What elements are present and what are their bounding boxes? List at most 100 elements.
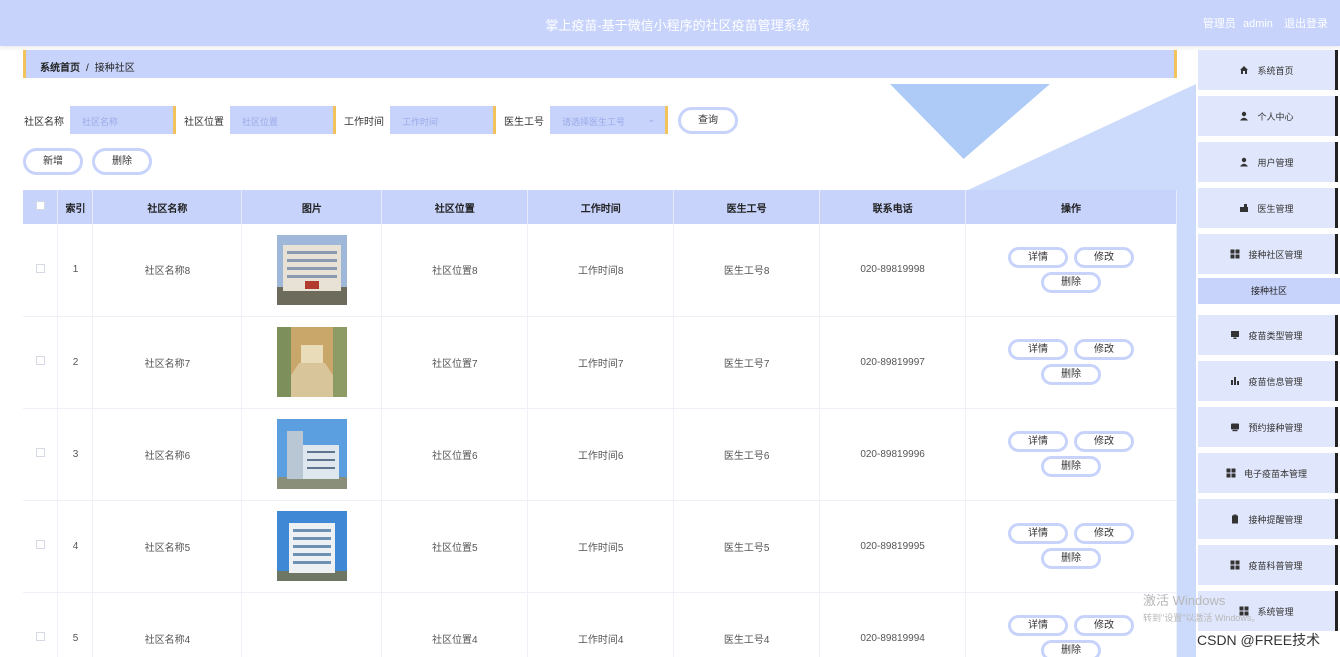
- search-bar: 社区名称 社区名称 社区位置 社区位置 工作时间 工作时间 医生工号 请选择医生…: [24, 106, 738, 134]
- row-name: 社区名称6: [92, 408, 243, 501]
- time-input[interactable]: 工作时间: [390, 106, 496, 134]
- grid-icon: [1230, 249, 1240, 259]
- sidebar-item-label: 疫苗科普管理: [1248, 560, 1303, 571]
- edit-button[interactable]: 修改: [1074, 246, 1135, 268]
- edit-button[interactable]: 修改: [1074, 615, 1135, 636]
- row-actions: 详情 修改 删除: [965, 224, 1177, 317]
- row-select-cell: [23, 592, 59, 657]
- time-label: 工作时间: [344, 116, 384, 128]
- row-image-cell: [241, 316, 383, 409]
- row-index: 3: [57, 408, 94, 501]
- row-checkbox[interactable]: [35, 448, 45, 457]
- row-location: 社区位置6: [381, 408, 529, 501]
- row-index: 5: [57, 592, 94, 657]
- user-icon: [1240, 111, 1249, 121]
- row-doctor: 医生工号5: [673, 500, 821, 593]
- row-doctor: 医生工号6: [673, 408, 821, 501]
- row-location: 社区位置8: [381, 224, 529, 317]
- sidebar-item-community[interactable]: 接种社区管理: [1198, 234, 1338, 274]
- sidebar-item-label: 接种提醒管理: [1248, 514, 1303, 525]
- row-image[interactable]: [276, 419, 347, 489]
- row-phone: 020-89819996: [819, 408, 967, 501]
- sidebar-item-label: 接种社区管理: [1248, 249, 1303, 260]
- row-delete-button[interactable]: 删除: [1041, 364, 1102, 385]
- sidebar-item-label: 系统管理: [1257, 606, 1294, 617]
- row-doctor: 医生工号4: [673, 592, 821, 657]
- main-content: 系统首页 / 接种社区 社区名称 社区名称 社区位置 社区位置 工作时间 工作时间 …: [0, 46, 1196, 657]
- row-image[interactable]: [276, 234, 347, 305]
- sidebar-item-label: 疫苗信息管理: [1248, 376, 1303, 387]
- edit-button[interactable]: 修改: [1074, 431, 1135, 452]
- delete-button[interactable]: 删除: [92, 148, 152, 175]
- row-name: 社区名称4: [92, 592, 243, 657]
- row-delete-button[interactable]: 删除: [1041, 456, 1102, 477]
- edit-button[interactable]: 修改: [1074, 339, 1135, 360]
- doctor-select[interactable]: 请选择医生工号 ⌄: [550, 106, 668, 134]
- detail-button[interactable]: 详情: [1008, 523, 1069, 544]
- row-select-cell: [23, 224, 59, 317]
- windows-activation-watermark: 激活 Windows 转到"设置"以激活 Windows。: [1143, 590, 1260, 624]
- grid-icon: [1226, 468, 1236, 478]
- sidebar-item-vaccine-science[interactable]: 疫苗科普管理: [1198, 545, 1338, 585]
- row-select-cell: [23, 408, 59, 501]
- sidebar-item-vaccine-info[interactable]: 疫苗信息管理: [1198, 361, 1338, 401]
- sidebar-item-doctors[interactable]: 医生管理: [1198, 188, 1338, 228]
- sidebar-subitem-community[interactable]: 接种社区: [1198, 278, 1340, 304]
- sidebar-item-reminder[interactable]: 接种提醒管理: [1198, 499, 1338, 539]
- row-index: 2: [57, 316, 94, 409]
- location-input[interactable]: 社区位置: [230, 106, 336, 134]
- table-row: 5 社区名称4 社区位置4 工作时间4 医生工号4 020-89819994 详…: [23, 592, 1177, 657]
- logout-link[interactable]: 退出登录: [1284, 18, 1328, 30]
- row-actions: 详情 修改 删除: [965, 316, 1177, 409]
- detail-button[interactable]: 详情: [1008, 339, 1069, 360]
- breadcrumb-separator: /: [86, 63, 89, 74]
- breadcrumb-home[interactable]: 系统首页: [40, 63, 80, 74]
- sidebar-item-label: 电子疫苗本管理: [1243, 468, 1307, 479]
- select-all-checkbox[interactable]: [35, 201, 45, 210]
- row-checkbox[interactable]: [35, 632, 45, 641]
- detail-button[interactable]: 详情: [1008, 246, 1069, 268]
- sidebar-item-home[interactable]: 系统首页: [1198, 50, 1338, 90]
- row-delete-button[interactable]: 删除: [1041, 548, 1102, 569]
- sidebar-item-label: 个人中心: [1257, 111, 1294, 122]
- grid-icon: [1230, 560, 1240, 570]
- user-area: 管理员 admin 退出登录: [1199, 15, 1328, 31]
- sidebar-item-e-vaccine-book[interactable]: 电子疫苗本管理: [1198, 453, 1338, 493]
- row-name: 社区名称7: [92, 316, 243, 409]
- row-location: 社区位置4: [381, 592, 529, 657]
- row-time: 工作时间6: [527, 408, 675, 501]
- chevron-down-icon: ⌄: [647, 114, 655, 124]
- sidebar-item-users[interactable]: 用户管理: [1198, 142, 1338, 182]
- query-button[interactable]: 查询: [678, 106, 738, 134]
- row-actions: 详情 修改 删除: [965, 500, 1177, 593]
- doctor-label: 医生工号: [504, 116, 544, 128]
- row-delete-button[interactable]: 删除: [1041, 271, 1102, 293]
- decorative-triangle: [890, 84, 1050, 159]
- row-checkbox[interactable]: [35, 540, 45, 549]
- sidebar-item-vaccine-type[interactable]: 疫苗类型管理: [1198, 315, 1338, 355]
- row-image-cell: [241, 500, 383, 593]
- sidebar-item-profile[interactable]: 个人中心: [1198, 96, 1338, 136]
- row-checkbox[interactable]: [35, 356, 45, 365]
- top-header: 掌上疫苗-基于微信小程序的社区疫苗管理系统 管理员 admin 退出登录: [0, 0, 1340, 46]
- row-phone: 020-89819997: [819, 316, 967, 409]
- col-name: 社区名称: [92, 190, 243, 224]
- edit-button[interactable]: 修改: [1074, 523, 1135, 544]
- add-button[interactable]: 新增: [23, 148, 83, 175]
- sidebar-menu: 系统首页 个人中心 用户管理 医生管理 接种社区管理 接种社区 疫苗类型管理 疫…: [1198, 46, 1340, 657]
- sidebar-item-label: 医生管理: [1257, 203, 1294, 214]
- detail-button[interactable]: 详情: [1008, 431, 1069, 452]
- row-checkbox[interactable]: [35, 263, 45, 273]
- row-image-cell: [241, 592, 383, 657]
- row-select-cell: [23, 500, 59, 593]
- row-image[interactable]: [276, 511, 347, 581]
- row-location: 社区位置5: [381, 500, 529, 593]
- action-buttons: 新增 删除: [23, 148, 152, 175]
- sidebar-item-appointment[interactable]: 预约接种管理: [1198, 407, 1338, 447]
- row-delete-button[interactable]: 删除: [1041, 640, 1102, 657]
- name-input[interactable]: 社区名称: [70, 106, 176, 134]
- col-time: 工作时间: [527, 190, 675, 224]
- sidebar-item-label: 预约接种管理: [1248, 422, 1303, 433]
- detail-button[interactable]: 详情: [1008, 615, 1069, 636]
- row-image[interactable]: [276, 327, 347, 397]
